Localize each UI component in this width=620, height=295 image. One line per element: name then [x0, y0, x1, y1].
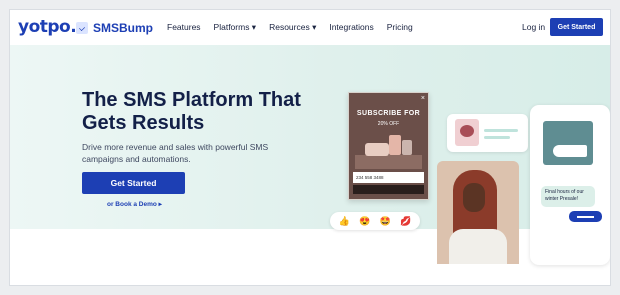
incoming-sms-bubble: Final hours of our winter Presale! — [541, 186, 595, 207]
product-shelf — [355, 155, 422, 169]
main-menu: Features Platforms ▾ Resources ▾ Integra… — [167, 22, 413, 33]
heart-eyes-icon[interactable]: 😍 — [359, 216, 370, 227]
popup-submit-button[interactable] — [353, 185, 424, 194]
popup-phone-input[interactable]: 234 558 3488 — [353, 172, 424, 183]
hero-subtext: Drive more revenue and sales with powerf… — [82, 142, 269, 164]
sneaker-image — [543, 121, 593, 165]
model-photo — [437, 161, 519, 264]
smsbump-label: SMSBump — [93, 21, 153, 35]
phone-mockup: Final hours of our winter Presale! — [530, 105, 610, 265]
nav-item-features[interactable]: Features — [167, 22, 201, 33]
smsbump-check-icon — [76, 22, 88, 34]
subscribe-popup: × SUBSCRIBE FOR 20% OFF 234 558 3488 — [348, 92, 429, 200]
browser-frame: yotpo. SMSBump Features Platforms ▾ Reso… — [10, 10, 610, 285]
outgoing-sms-bubble — [569, 211, 602, 222]
hero-section: The SMS Platform That Gets Results Drive… — [10, 45, 610, 265]
nav-item-integrations[interactable]: Integrations — [329, 22, 373, 33]
nav-item-platforms[interactable]: Platforms ▾ — [214, 22, 257, 33]
close-icon[interactable]: × — [421, 95, 425, 102]
nav-item-pricing[interactable]: Pricing — [387, 22, 413, 33]
message-line — [484, 129, 518, 132]
login-link[interactable]: Log in — [522, 22, 545, 32]
reaction-bar: 👍 😍 🤩 💋 — [330, 212, 420, 230]
message-card — [447, 114, 528, 152]
model-jacket — [449, 229, 507, 264]
yotpo-logo[interactable]: yotpo. — [18, 17, 77, 37]
popup-title: SUBSCRIBE FOR — [356, 110, 421, 117]
message-line — [484, 136, 510, 139]
model-face — [463, 183, 485, 212]
product-jar — [365, 143, 389, 156]
star-eyes-icon[interactable]: 🤩 — [380, 216, 391, 227]
hero-headline: The SMS Platform That Gets Results — [82, 89, 301, 134]
flowers-image — [455, 119, 479, 146]
top-nav: yotpo. SMSBump Features Platforms ▾ Reso… — [10, 10, 610, 45]
smsbump-brand[interactable]: SMSBump — [76, 21, 153, 35]
thumbs-up-icon[interactable]: 👍 — [339, 216, 350, 227]
hero-get-started-button[interactable]: Get Started — [82, 172, 185, 194]
product-bottle — [389, 135, 401, 155]
popup-offer: 20% OFF — [377, 121, 400, 127]
product-tube — [402, 140, 412, 155]
nav-get-started-button[interactable]: Get Started — [550, 18, 603, 36]
kiss-icon[interactable]: 💋 — [400, 216, 411, 227]
book-demo-link[interactable]: or Book a Demo ▸ — [107, 200, 162, 208]
nav-item-resources[interactable]: Resources ▾ — [269, 22, 316, 33]
